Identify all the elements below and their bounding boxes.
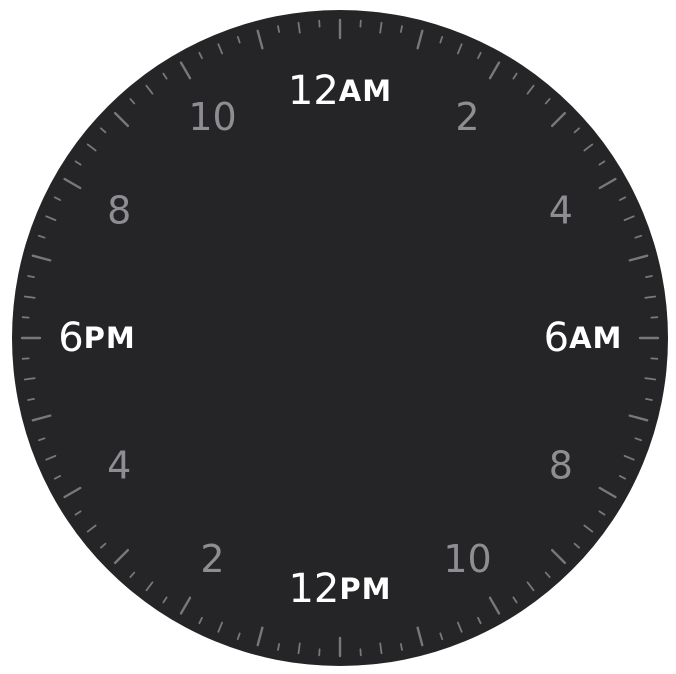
meridiem-suffix: PM: [339, 572, 391, 606]
hour-label-12pm: 12PM: [288, 566, 391, 612]
minor-tick: [399, 643, 403, 651]
meridiem-suffix: AM: [339, 74, 392, 108]
hour-label-8: 8: [549, 444, 573, 488]
minor-tick: [399, 25, 403, 33]
hour-label-6pm: 6PM: [58, 315, 136, 361]
hour-label-4: 4: [549, 189, 573, 233]
hour-label-20: 8: [107, 189, 131, 233]
hour-label-6am: 6AM: [544, 315, 623, 361]
hour-label-10: 10: [443, 537, 491, 581]
minor-tick: [645, 275, 653, 279]
hour-number: 12: [288, 68, 339, 114]
clock-dial: 248102481012AM6AM12PM6PM: [12, 10, 668, 666]
hour-label-12am: 12AM: [288, 68, 392, 114]
minor-tick: [277, 25, 281, 33]
hour-label-14: 2: [200, 537, 224, 581]
hour-label-22: 10: [188, 95, 236, 139]
minor-tick: [27, 397, 35, 401]
hour-number: 12: [288, 566, 339, 612]
hour-label-16: 4: [107, 444, 131, 488]
hour-number: 6: [58, 315, 83, 361]
hour-number: 6: [544, 315, 569, 361]
minor-tick: [277, 643, 281, 651]
minor-tick: [27, 275, 35, 279]
minor-tick: [645, 397, 653, 401]
meridiem-suffix: PM: [84, 321, 136, 355]
meridiem-suffix: AM: [569, 321, 622, 355]
hour-label-2: 2: [455, 95, 479, 139]
